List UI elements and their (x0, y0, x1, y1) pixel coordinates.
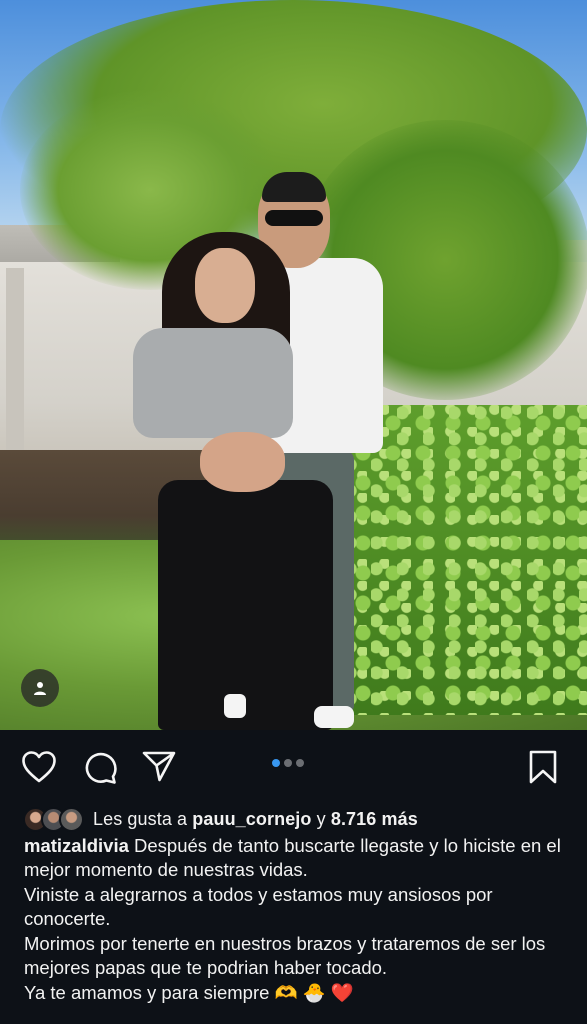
photo-woman-pants (158, 480, 333, 730)
caption-line: Morimos por tenerte en nuestros brazos y… (24, 933, 546, 978)
caption-line: matizaldivia Después de tanto buscarte l… (24, 834, 569, 881)
photo-hedge (345, 405, 587, 715)
hatching-chick-emoji: 🐣 (302, 982, 326, 1003)
photo-shoe (224, 694, 246, 718)
photo-man-cap (262, 172, 326, 202)
carousel-dot (272, 759, 280, 767)
person-icon (34, 682, 46, 695)
caption-line: Viniste a alegrarnos a todos y estamos m… (24, 884, 493, 929)
red-heart-emoji: ❤️ (330, 982, 354, 1003)
post-details: Les gusta a pauu_cornejo y 8.716 más mat… (0, 730, 587, 1024)
photo-wall-post (6, 268, 24, 458)
photo-woman-face (195, 248, 255, 323)
action-bar (0, 730, 587, 802)
tagged-people-button[interactable] (21, 669, 59, 707)
comment-icon (85, 752, 117, 784)
share-button[interactable] (140, 748, 178, 786)
heart-hands-emoji: 🫶 (274, 982, 298, 1003)
likes-row[interactable]: Les gusta a pauu_cornejo y 8.716 más (23, 804, 418, 834)
caption-text: Ya te amamos y para siempre (24, 982, 270, 1003)
photo-shoe (314, 706, 354, 728)
likes-count-link[interactable]: 8.716 más (331, 809, 418, 829)
post-image[interactable] (0, 0, 587, 730)
photo-woman-belly (200, 432, 285, 492)
photo-man-sunglasses (265, 210, 323, 226)
like-button[interactable] (20, 748, 58, 786)
photo-woman-top (133, 328, 293, 438)
heart-icon (22, 751, 56, 783)
paper-plane-icon (142, 751, 176, 782)
likes-text: Les gusta a pauu_cornejo y 8.716 más (93, 809, 418, 830)
avatar (59, 806, 84, 832)
carousel-dot (296, 759, 304, 767)
liker-avatars (23, 806, 84, 832)
likes-prefix: Les gusta a (93, 808, 188, 829)
carousel-indicator (272, 759, 304, 767)
post-caption: matizaldivia Después de tanto buscarte l… (24, 834, 569, 1007)
save-button[interactable] (524, 748, 562, 786)
carousel-dot (284, 759, 292, 767)
comment-button[interactable] (81, 748, 119, 786)
caption-username[interactable]: matizaldivia (24, 835, 129, 856)
likes-user-link[interactable]: pauu_cornejo (192, 809, 311, 829)
caption-line: Ya te amamos y para siempre 🫶 🐣 ❤️ (24, 981, 569, 1005)
bookmark-icon (529, 750, 557, 784)
likes-connector: y (316, 808, 326, 829)
